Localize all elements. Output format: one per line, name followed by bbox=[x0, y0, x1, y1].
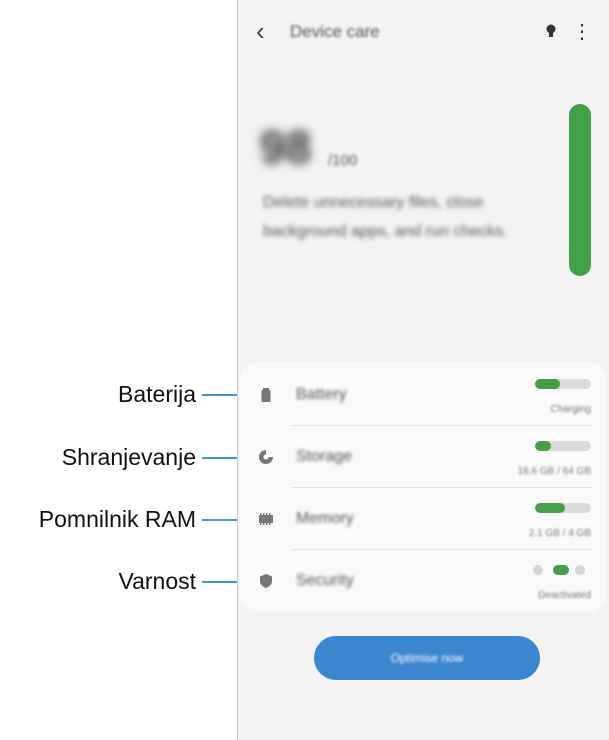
page-title: Device care bbox=[290, 22, 380, 41]
status-dot bbox=[533, 565, 543, 575]
back-arrow-icon[interactable]: ‹ bbox=[256, 18, 265, 44]
item-status: 2.1 GB / 4 GB bbox=[528, 528, 591, 539]
callout-battery: Baterija bbox=[0, 380, 250, 408]
score-message: Delete unnecessary files, close backgrou… bbox=[263, 194, 508, 240]
item-status: Deactivated bbox=[538, 590, 591, 601]
score-unit: /100 bbox=[328, 152, 358, 169]
list-item-battery[interactable]: Battery Charging bbox=[240, 364, 607, 426]
optimize-label: Optimise now bbox=[390, 651, 464, 665]
security-status-dots bbox=[531, 564, 591, 576]
status-dot bbox=[575, 565, 585, 575]
storage-icon bbox=[259, 450, 273, 464]
item-label: Memory bbox=[296, 510, 354, 527]
shield-icon bbox=[260, 574, 272, 588]
storage-level-bar bbox=[535, 441, 591, 451]
device-care-screen: ‹ Device care ⋮ 98 /100 Delete unnecessa… bbox=[237, 0, 609, 740]
optimize-now-button[interactable]: Optimise now bbox=[314, 636, 540, 680]
callout-memory: Pomnilnik RAM bbox=[0, 505, 250, 533]
callout-label: Varnost bbox=[118, 568, 196, 594]
memory-level-bar bbox=[535, 503, 591, 513]
status-dot-active bbox=[553, 565, 569, 575]
battery-icon bbox=[261, 388, 271, 402]
score-level-bar bbox=[569, 104, 591, 276]
callout-label: Pomnilnik RAM bbox=[38, 506, 196, 532]
care-items-card: Battery Charging Storage 18.6 GB / 64 GB bbox=[240, 362, 607, 612]
score-value: 98 bbox=[260, 121, 312, 173]
item-label: Security bbox=[296, 572, 354, 589]
item-status: 18.6 GB / 64 GB bbox=[517, 466, 591, 477]
list-item-memory[interactable]: Memory 2.1 GB / 4 GB bbox=[240, 488, 607, 550]
callout-storage: Shranjevanje bbox=[0, 443, 250, 471]
list-item-security[interactable]: Security Deactivated bbox=[240, 550, 607, 612]
list-item-storage[interactable]: Storage 18.6 GB / 64 GB bbox=[240, 426, 607, 488]
battery-level-bar bbox=[535, 379, 591, 389]
lightbulb-icon[interactable] bbox=[546, 24, 556, 38]
callout-security: Varnost bbox=[0, 567, 250, 595]
callout-label: Baterija bbox=[118, 381, 196, 407]
item-status: Charging bbox=[550, 404, 591, 415]
item-label: Storage bbox=[296, 448, 353, 465]
callout-label: Shranjevanje bbox=[61, 444, 196, 470]
more-options-icon[interactable]: ⋮ bbox=[572, 22, 592, 42]
memory-icon bbox=[259, 513, 273, 525]
item-label: Battery bbox=[296, 386, 347, 403]
top-app-bar: ‹ Device care ⋮ bbox=[238, 0, 609, 70]
